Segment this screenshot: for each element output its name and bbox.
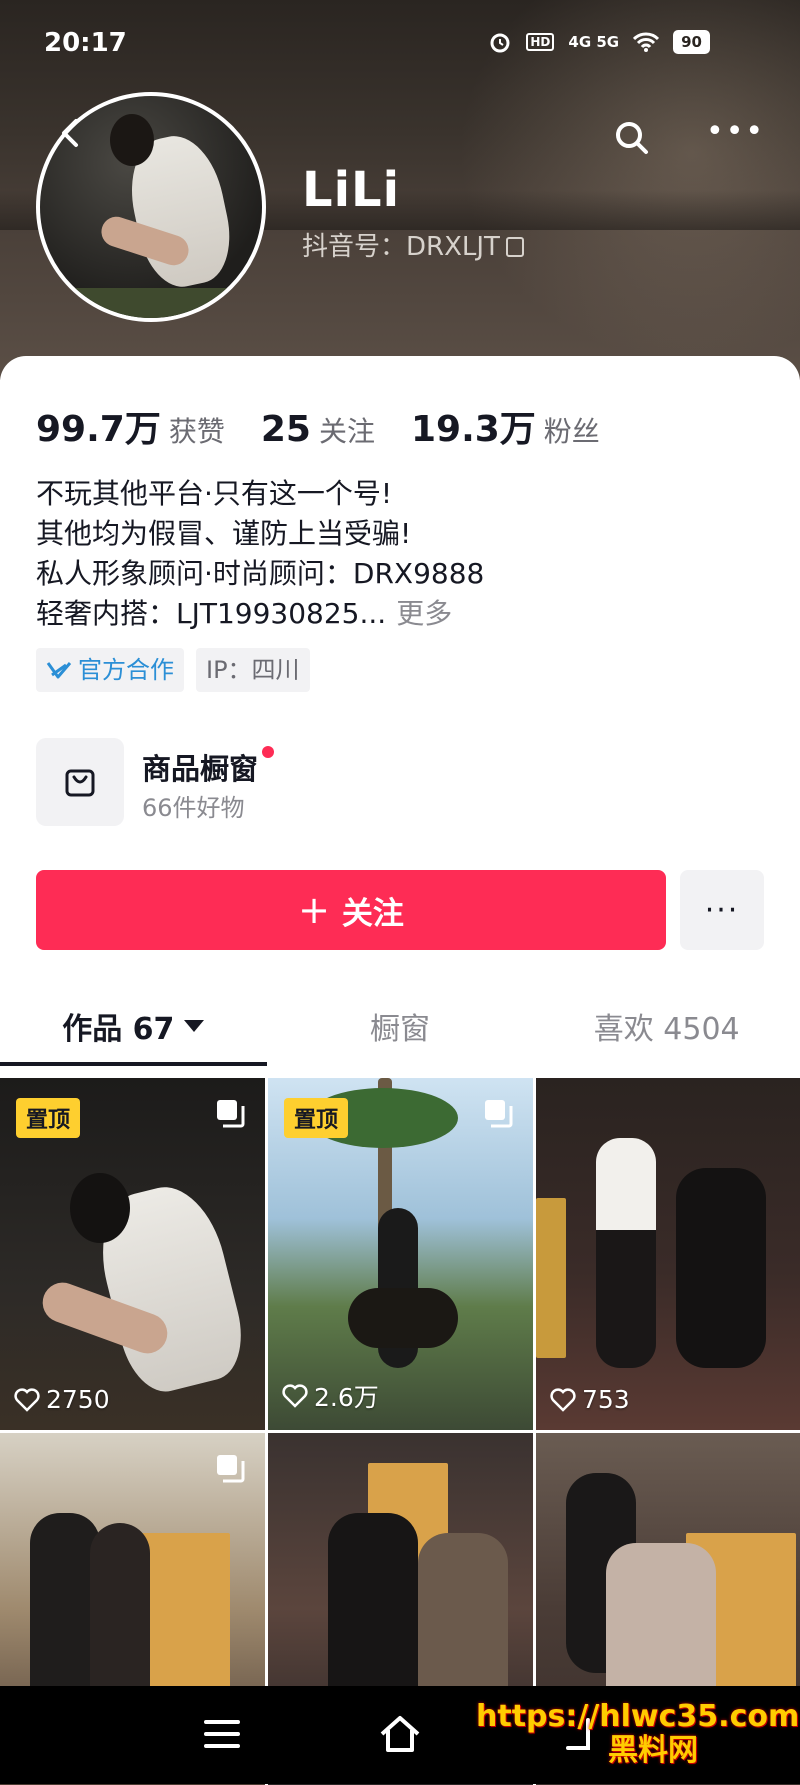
profile-name: LiLi [302, 162, 401, 218]
pinned-badge: 置顶 [16, 1098, 81, 1138]
battery-indicator: 90 [673, 30, 710, 54]
profile-header: 20:17 HD 4G 5G 90 ••• LiLi 抖音号：DRXLJT [0, 0, 800, 380]
status-time: 20:17 [44, 28, 127, 58]
following-label[interactable]: 关注 [319, 410, 375, 450]
status-icons: HD 4G 5G 90 [488, 30, 710, 54]
bio-line: 其他均为假冒、谨防上当受骗! [36, 517, 412, 550]
partner-icon [46, 662, 72, 679]
shop-subtitle: 66件好物 [142, 794, 245, 822]
tab-likes[interactable]: 喜欢 4504 [533, 986, 800, 1066]
thumbnail-figure-head [70, 1173, 130, 1243]
wifi-icon [633, 32, 660, 52]
like-count: 753 [582, 1385, 630, 1414]
thumbnail-figure [676, 1168, 766, 1368]
copy-icon[interactable] [505, 237, 524, 257]
tab-works-label: 作品 67 [62, 1012, 175, 1047]
search-icon[interactable] [612, 118, 652, 158]
shop-title: 商品橱窗 [142, 752, 259, 786]
official-partner-tag[interactable]: 官方合作 [36, 648, 184, 692]
likes-count: 99.7万 [36, 409, 161, 450]
pinned-badge: 置顶 [284, 1098, 349, 1138]
tab-showcase[interactable]: 橱窗 [267, 986, 534, 1066]
back-icon[interactable] [56, 118, 86, 148]
bio-line: 轻奢内搭：LJT19930825... [36, 597, 387, 630]
video-likes: 2750 [14, 1385, 110, 1414]
plus-icon: + [298, 888, 330, 932]
profile-bio: 不玩其他平台·只有这一个号! 其他均为假冒、谨防上当受骗! 私人形象顾问·时尚顾… [36, 474, 756, 634]
menu-icon[interactable] [202, 1716, 242, 1752]
followers-label[interactable]: 粉丝 [544, 410, 600, 450]
video-thumbnail[interactable]: 置顶 2750 [0, 1078, 265, 1430]
thumbnail-boxes [536, 1198, 566, 1358]
video-thumbnail[interactable]: 置顶 2.6万 [268, 1078, 533, 1430]
heart-icon [282, 1384, 308, 1408]
watermark-url: https://hlwc35.com [476, 1699, 800, 1734]
multi-image-icon [217, 1455, 245, 1483]
likes-label: 获赞 [168, 415, 225, 448]
multi-image-icon [485, 1100, 513, 1128]
status-bar: 20:17 HD 4G 5G 90 [0, 0, 800, 90]
official-partner-label: 官方合作 [78, 656, 174, 684]
thumbnail-figure [596, 1138, 656, 1368]
like-count: 2750 [46, 1385, 110, 1414]
bio-line: 不玩其他平台·只有这一个号! [36, 477, 393, 510]
heart-icon [14, 1387, 40, 1412]
watermark: https://hlwc35.com 黑料网 [476, 1700, 799, 1768]
thumbnail-dog [348, 1288, 458, 1348]
video-thumbnail[interactable]: 753 [536, 1078, 800, 1430]
hd-icon: HD [526, 33, 555, 51]
follow-button[interactable]: + 关注 [36, 870, 666, 950]
ip-location-tag: IP：四川 [196, 648, 310, 692]
watermark-site-name: 黑料网 [608, 1733, 698, 1768]
douyin-id-text: 抖音号：DRXLJT [302, 232, 500, 262]
video-likes: 2.6万 [282, 1378, 379, 1414]
followers-count[interactable]: 19.3万 [411, 400, 536, 452]
bio-line: 私人形象顾问·时尚顾问：DRX9888 [36, 557, 485, 590]
content-tabs: 作品 67 橱窗 喜欢 4504 [0, 986, 800, 1066]
caret-down-icon [184, 1020, 205, 1032]
avatar-ground [40, 288, 262, 318]
alarm-icon [490, 33, 510, 53]
multi-image-icon [217, 1100, 245, 1128]
more-options-icon[interactable]: ••• [706, 117, 763, 152]
shop-window-entry[interactable]: 商品橱窗 66件好物 [36, 738, 636, 828]
tab-works[interactable]: 作品 67 [0, 986, 267, 1066]
follow-label: 关注 [341, 895, 404, 932]
avatar-figure-head [110, 114, 154, 166]
more-actions-button[interactable]: ··· [680, 870, 764, 950]
heart-icon [550, 1387, 576, 1412]
shopping-bag-icon [36, 738, 124, 826]
like-count: 2.6万 [314, 1383, 379, 1412]
douyin-id[interactable]: 抖音号：DRXLJT [302, 226, 524, 263]
bio-more-link[interactable]: 更多 [396, 597, 452, 630]
following-count[interactable]: 25 [261, 409, 311, 450]
network-label: 4G 5G [568, 33, 620, 51]
profile-tags: 官方合作 IP：四川 [36, 648, 310, 692]
video-likes: 753 [550, 1385, 630, 1414]
notification-dot [262, 746, 275, 758]
video-grid: 置顶 2750 置顶 2.6万 753 [0, 1078, 800, 1785]
profile-stats: 99.7万 获赞 25 关注 19.3万 粉丝 [36, 400, 636, 452]
home-icon[interactable] [376, 1712, 424, 1756]
